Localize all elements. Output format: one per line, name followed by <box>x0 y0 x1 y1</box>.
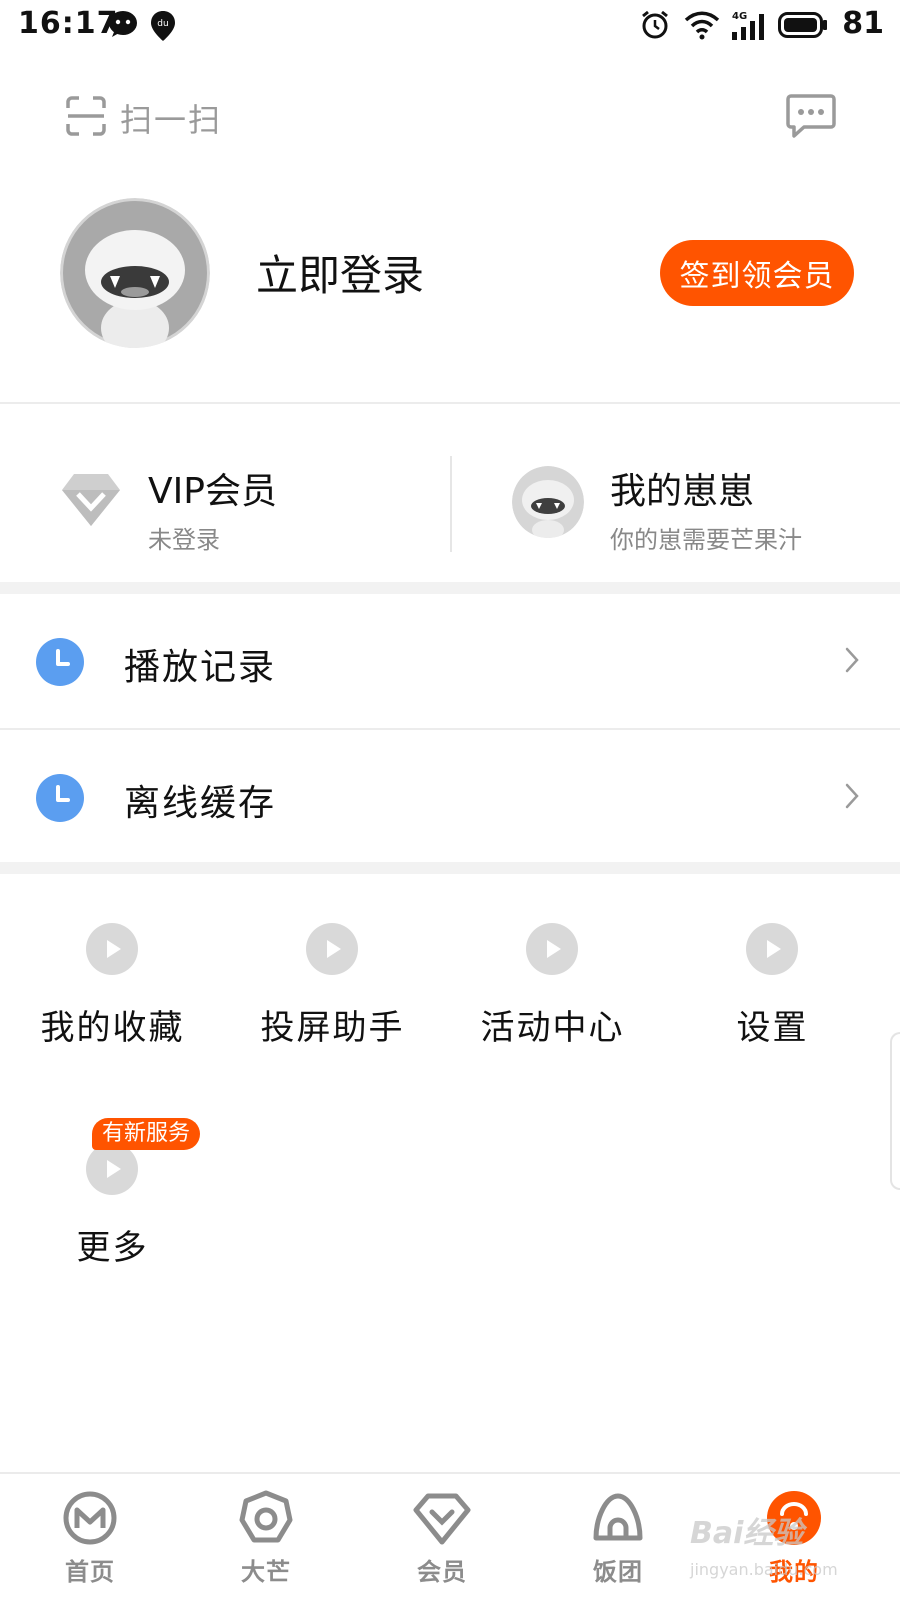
cub-subtitle: 你的崽需要芒果汁 <box>610 526 802 554</box>
message-button[interactable] <box>786 94 836 142</box>
play-icon <box>305 922 359 980</box>
profile-section: 立即登录 签到领会员 <box>0 190 900 350</box>
chevron-right-icon <box>844 646 860 678</box>
nav-label: 大芒 <box>241 1558 291 1586</box>
avatar[interactable] <box>60 198 210 348</box>
login-link[interactable]: 立即登录 <box>256 242 424 303</box>
wifi-icon <box>684 10 720 44</box>
list-item-label: 播放记录 <box>124 647 277 688</box>
nav-tab-home[interactable]: 首页 <box>0 1474 180 1600</box>
big-mango-icon <box>236 1488 296 1552</box>
grid-item-label: 投屏助手 <box>260 1008 405 1048</box>
wechat-icon <box>108 10 138 42</box>
checkin-button[interactable]: 签到领会员 <box>660 240 854 306</box>
app-badge-text: du <box>157 19 168 29</box>
top-bar: 扫一扫 <box>0 80 900 160</box>
list-item-label: 离线缓存 <box>124 783 277 824</box>
fan-group-icon <box>588 1488 648 1552</box>
vip-title: VIP会员 <box>148 471 277 512</box>
grid-item-more[interactable]: 更多 <box>0 1142 225 1312</box>
battery-icon <box>778 12 828 42</box>
divider <box>0 402 900 404</box>
list-item-play-history[interactable]: 播放记录 <box>0 594 900 730</box>
status-bar: 16:17 du 4G 81 <box>0 0 900 50</box>
grid-item-cast-assistant[interactable]: 投屏助手 <box>220 922 445 1092</box>
vip-icon <box>412 1488 472 1552</box>
play-icon <box>85 1142 139 1200</box>
play-icon <box>85 922 139 980</box>
battery-level: 81 <box>842 6 884 41</box>
message-icon <box>786 94 836 142</box>
status-time: 16:17 <box>18 6 119 41</box>
home-mango-icon <box>60 1488 120 1552</box>
member-row: VIP会员 未登录 我的崽崽 你的崽需要芒果汁 <box>0 412 900 592</box>
play-icon <box>745 922 799 980</box>
watermark-url: jingyan.baidu.com <box>690 1560 838 1579</box>
nav-label: 会员 <box>417 1558 467 1586</box>
my-cub-card[interactable]: 我的崽崽 你的崽需要芒果汁 <box>452 412 900 592</box>
scan-label: 扫一扫 <box>120 101 223 139</box>
grid-item-label: 活动中心 <box>480 1008 625 1048</box>
baidu-map-icon: du <box>150 10 176 46</box>
clock-icon <box>36 638 84 690</box>
watermark: Bai经验 <box>690 1516 804 1551</box>
cub-avatar-icon <box>512 466 584 538</box>
diamond-icon <box>60 472 122 532</box>
vip-card[interactable]: VIP会员 未登录 <box>0 412 450 592</box>
vip-status: 未登录 <box>148 526 220 554</box>
nav-tab-fan-group[interactable]: 饭团 <box>528 1474 708 1600</box>
scan-button[interactable]: 扫一扫 <box>66 96 222 140</box>
chevron-right-icon <box>844 782 860 814</box>
section-separator <box>0 582 900 594</box>
section-separator <box>0 862 900 874</box>
grid-item-favorites[interactable]: 我的收藏 <box>0 922 225 1092</box>
cub-title: 我的崽崽 <box>610 471 755 512</box>
alarm-icon <box>640 10 670 44</box>
grid-item-activity-center[interactable]: 活动中心 <box>440 922 665 1092</box>
side-drawer-handle[interactable] <box>890 1032 900 1190</box>
nav-label: 饭团 <box>593 1558 643 1586</box>
grid-item-label: 我的收藏 <box>40 1008 185 1048</box>
grid-item-label: 更多 <box>76 1228 149 1268</box>
scan-icon <box>66 96 106 140</box>
nav-tab-big-mango[interactable]: 大芒 <box>176 1474 356 1600</box>
new-service-badge: 有新服务 <box>92 1118 201 1150</box>
grid-item-settings[interactable]: 设置 <box>660 922 885 1092</box>
play-icon <box>525 922 579 980</box>
nav-label: 首页 <box>65 1558 115 1586</box>
list-item-offline-cache[interactable]: 离线缓存 <box>0 730 900 866</box>
clock-icon <box>36 774 84 826</box>
network-label: 4G <box>732 11 747 22</box>
nav-tab-vip[interactable]: 会员 <box>352 1474 532 1600</box>
signal-icon: 4G <box>730 10 770 46</box>
grid-item-label: 设置 <box>736 1008 809 1048</box>
